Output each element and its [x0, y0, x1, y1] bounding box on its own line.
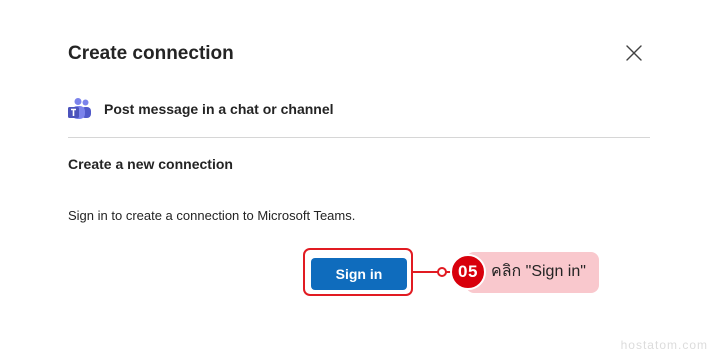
close-button[interactable] [624, 43, 644, 63]
watermark: hostatom.com [620, 338, 708, 352]
dialog-title: Create connection [68, 43, 234, 64]
callout-text: คลิก "Sign in" [491, 263, 586, 280]
create-connection-dialog: Create connection Post message in a chat… [0, 0, 720, 358]
action-row: Post message in a chat or channel [68, 96, 334, 122]
action-label: Post message in a chat or channel [104, 101, 334, 117]
section-heading: Create a new connection [68, 156, 233, 172]
microsoft-teams-icon [68, 98, 91, 119]
connection-description: Sign in to create a connection to Micros… [68, 208, 356, 223]
callout-connector-line [413, 271, 453, 273]
callout-connector-dot [437, 267, 447, 277]
step-badge: 05 [450, 254, 486, 290]
sign-in-button[interactable]: Sign in [311, 258, 407, 290]
divider [68, 137, 650, 138]
close-icon [626, 45, 642, 61]
